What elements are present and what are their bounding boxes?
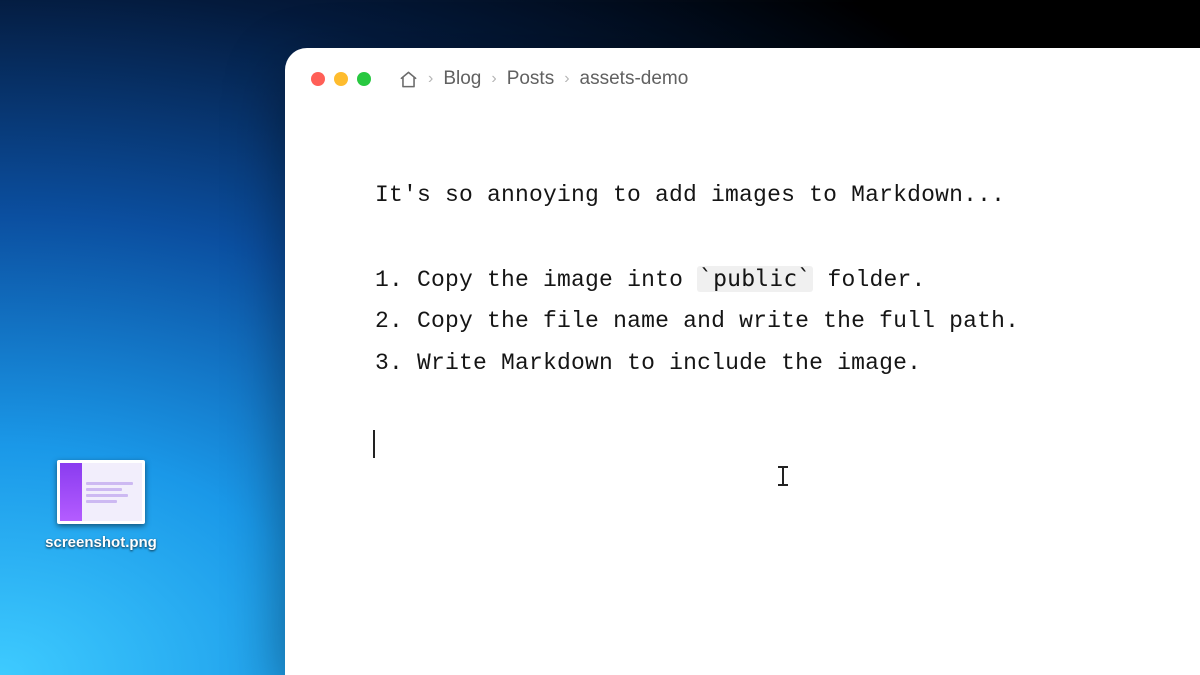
breadcrumb-assets-demo[interactable]: assets-demo: [580, 68, 689, 90]
step-text: folder.: [813, 267, 925, 293]
window-traffic-lights: [311, 72, 371, 86]
text-caret: [373, 430, 375, 458]
minimize-button[interactable]: [334, 72, 348, 86]
breadcrumb-posts[interactable]: Posts: [507, 68, 555, 90]
file-label: screenshot.png: [45, 534, 157, 551]
editor-content[interactable]: It's so annoying to add images to Markdo…: [285, 100, 1200, 458]
list-item: Copy the file name and write the full pa…: [375, 304, 1152, 340]
home-icon[interactable]: [399, 70, 418, 89]
desktop-file-screenshot[interactable]: screenshot.png: [46, 460, 156, 551]
step-text: Write Markdown to include the image.: [417, 350, 921, 376]
breadcrumb: › Blog › Posts › assets-demo: [399, 68, 688, 90]
list-item: Write Markdown to include the image.: [375, 346, 1152, 382]
step-text: Copy the file name and write the full pa…: [417, 308, 1019, 334]
inline-code: `public`: [697, 266, 813, 292]
desktop-wallpaper: screenshot.png › Blog › Posts: [0, 0, 1200, 675]
chevron-right-icon: ›: [491, 70, 496, 88]
intro-line: It's so annoying to add images to Markdo…: [375, 178, 1152, 214]
empty-line: [375, 430, 1152, 458]
editor-window: › Blog › Posts › assets-demo It's so ann…: [285, 48, 1200, 675]
close-button[interactable]: [311, 72, 325, 86]
zoom-button[interactable]: [357, 72, 371, 86]
file-thumbnail: [57, 460, 145, 524]
steps-list: Copy the image into `public` folder. Cop…: [375, 262, 1152, 382]
list-item: Copy the image into `public` folder.: [375, 262, 1152, 299]
chevron-right-icon: ›: [564, 70, 569, 88]
chevron-right-icon: ›: [428, 70, 433, 88]
window-titlebar: › Blog › Posts › assets-demo: [285, 48, 1200, 100]
breadcrumb-blog[interactable]: Blog: [443, 68, 481, 90]
step-text: Copy the image into: [417, 267, 697, 293]
